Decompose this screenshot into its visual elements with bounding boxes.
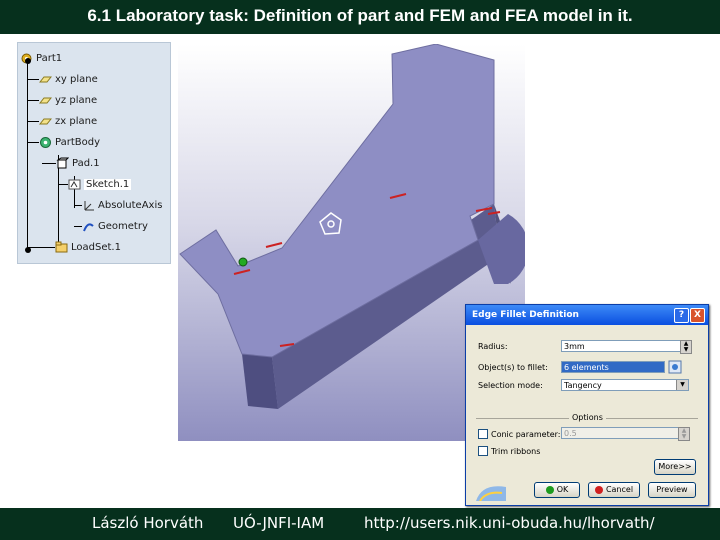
more-button[interactable]: More>> bbox=[654, 459, 696, 475]
geometry-icon bbox=[82, 220, 95, 233]
ok-button[interactable]: OK bbox=[534, 482, 580, 498]
part-top-face bbox=[179, 44, 495, 358]
conic-parameter-field[interactable]: 0.5 ▲ ▼ bbox=[561, 427, 690, 441]
part-side-face bbox=[242, 354, 278, 409]
tree-item-xy-plane[interactable]: xy plane bbox=[27, 73, 98, 89]
chevron-down-icon[interactable]: ▼ bbox=[676, 380, 688, 390]
conic-parameter-label: Conic parameter: bbox=[491, 430, 561, 439]
selection-mode-select[interactable]: Tangency ▼ bbox=[561, 379, 689, 391]
radius-field[interactable]: 3mm ▲ ▼ bbox=[561, 340, 692, 354]
help-button[interactable]: ? bbox=[674, 308, 689, 323]
objects-label: Object(s) to fillet: bbox=[478, 363, 548, 372]
cancel-button[interactable]: Cancel bbox=[588, 482, 640, 498]
plane-icon bbox=[38, 115, 53, 128]
loadset-icon bbox=[55, 241, 68, 254]
radius-spinner[interactable]: ▲ ▼ bbox=[680, 340, 692, 354]
conic-parameter-checkbox[interactable] bbox=[478, 429, 488, 439]
plane-icon bbox=[38, 94, 53, 107]
tree-connector bbox=[27, 61, 28, 251]
pad-icon bbox=[56, 157, 70, 170]
tree-item-loadset[interactable]: LoadSet.1 bbox=[27, 241, 121, 257]
tree-item-partbody[interactable]: PartBody bbox=[27, 136, 100, 152]
specification-tree: Part1 xy plane yz plane zx plane PartBod… bbox=[17, 42, 171, 264]
dialog-title-bar[interactable]: Edge Fillet Definition ? X bbox=[466, 305, 708, 325]
footer-author: László Horváth bbox=[92, 514, 204, 532]
tree-item-pad[interactable]: Pad.1 bbox=[42, 157, 100, 173]
tree-item-geometry[interactable]: Geometry bbox=[74, 220, 148, 236]
footer-bar: László Horváth UÓ-JNFI-IAM http://users.… bbox=[0, 508, 720, 540]
vertex-marker bbox=[238, 257, 248, 267]
title-bar: 6.1 Laboratory task: Definition of part … bbox=[0, 0, 720, 34]
tree-dot bbox=[25, 58, 31, 64]
cancel-icon bbox=[594, 485, 603, 494]
fillet-edge-marker bbox=[265, 242, 283, 248]
ok-icon bbox=[545, 485, 554, 494]
preview-button[interactable]: Preview bbox=[648, 482, 696, 498]
edge-fillet-dialog[interactable]: Edge Fillet Definition ? X Radius: 3mm ▲… bbox=[465, 304, 709, 506]
sketch-icon bbox=[68, 178, 81, 191]
trim-ribbons-checkbox[interactable] bbox=[478, 446, 488, 456]
tree-item-sketch[interactable]: Sketch.1 bbox=[58, 178, 132, 194]
edit-list-icon[interactable] bbox=[668, 360, 682, 374]
objects-field[interactable]: 6 elements bbox=[561, 361, 665, 373]
tree-item-yz-plane[interactable]: yz plane bbox=[27, 94, 97, 110]
footer-institute: UÓ-JNFI-IAM bbox=[233, 514, 325, 532]
plane-icon bbox=[38, 73, 53, 86]
tree-item-zx-plane[interactable]: zx plane bbox=[27, 115, 97, 131]
selection-mode-label: Selection mode: bbox=[478, 381, 543, 390]
footer-url[interactable]: http://users.nik.uni-obuda.hu/lhorvath/ bbox=[364, 514, 655, 532]
close-button[interactable]: X bbox=[690, 308, 705, 323]
tree-item-absolute-axis[interactable]: AbsoluteAxis bbox=[74, 199, 162, 215]
radius-label: Radius: bbox=[478, 342, 508, 351]
trim-ribbons-label: Trim ribbons bbox=[491, 447, 541, 456]
axis-icon bbox=[82, 199, 95, 212]
tree-dot bbox=[25, 247, 31, 253]
page-title: 6.1 Laboratory task: Definition of part … bbox=[87, 6, 633, 25]
planet-icon bbox=[476, 477, 506, 502]
options-group-label: Options bbox=[569, 413, 606, 422]
dialog-title: Edge Fillet Definition bbox=[472, 310, 579, 320]
conic-spinner[interactable]: ▲ ▼ bbox=[678, 427, 690, 441]
body-gear-icon bbox=[39, 136, 52, 149]
